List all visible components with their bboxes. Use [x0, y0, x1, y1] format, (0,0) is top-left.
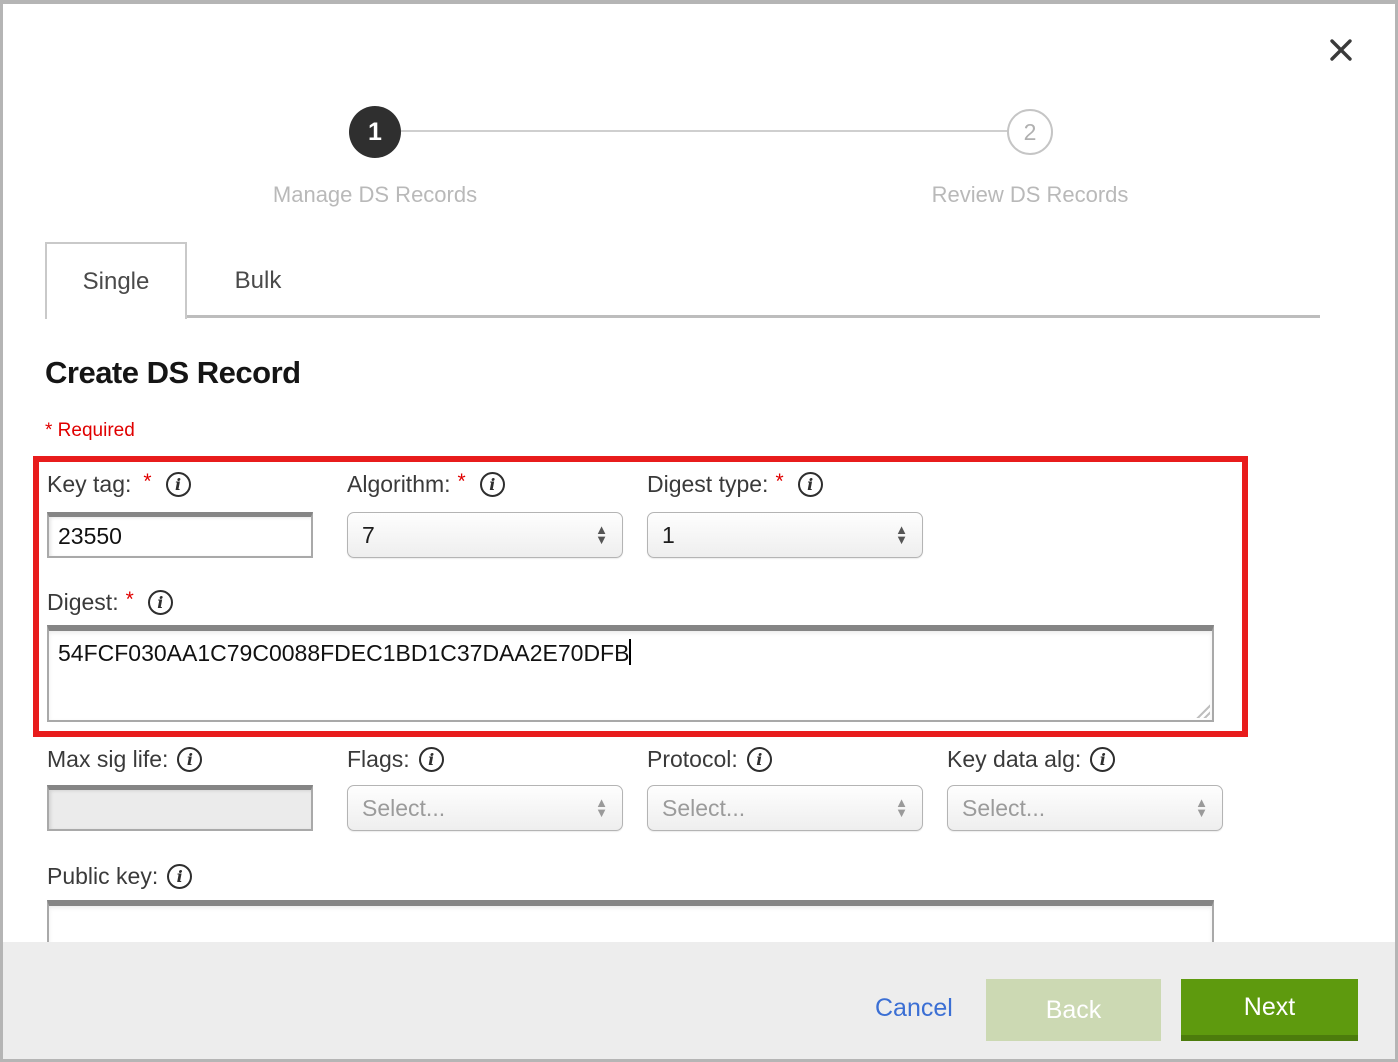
- max-sig-life-input[interactable]: [47, 785, 313, 831]
- digest-textarea[interactable]: 54FCF030AA1C79C0088FDEC1BD1C37DAA2E70DFB: [47, 625, 1214, 722]
- step-2-circle: 2: [1007, 109, 1053, 155]
- required-asterisk: *: [775, 470, 783, 494]
- protocol-label: Protocol: i: [647, 746, 772, 773]
- key-tag-label-text: Key tag:: [47, 471, 131, 498]
- info-icon[interactable]: i: [166, 472, 191, 497]
- info-icon[interactable]: i: [167, 864, 192, 889]
- info-icon[interactable]: i: [798, 472, 823, 497]
- select-arrows-icon: ▲▼: [595, 798, 608, 818]
- text-cursor: [629, 639, 631, 665]
- digest-value: 54FCF030AA1C79C0088FDEC1BD1C37DAA2E70DFB: [58, 640, 629, 666]
- step-1-circle: 1: [349, 106, 401, 158]
- key-tag-input[interactable]: 23550: [47, 512, 313, 558]
- digest-type-label-text: Digest type:: [647, 471, 768, 498]
- resize-handle[interactable]: [1194, 702, 1210, 718]
- info-icon[interactable]: i: [480, 472, 505, 497]
- digest-type-select-value: 1: [662, 522, 895, 549]
- page-title: Create DS Record: [45, 355, 301, 391]
- select-arrows-icon: ▲▼: [595, 525, 608, 545]
- protocol-label-text: Protocol:: [647, 746, 738, 773]
- info-icon[interactable]: i: [747, 747, 772, 772]
- create-ds-record-modal: 1 2 Manage DS Records Review DS Records …: [0, 0, 1398, 1062]
- key-data-alg-select-value: Select...: [962, 795, 1195, 822]
- info-icon[interactable]: i: [419, 747, 444, 772]
- select-arrows-icon: ▲▼: [1195, 798, 1208, 818]
- digest-type-select[interactable]: 1 ▲▼: [647, 512, 923, 558]
- digest-label-text: Digest:: [47, 589, 119, 616]
- close-button[interactable]: [1323, 32, 1359, 68]
- back-button[interactable]: Back: [986, 979, 1161, 1041]
- digest-type-label: Digest type: * i: [647, 471, 823, 498]
- step-1-label: Manage DS Records: [195, 182, 555, 208]
- algorithm-label-text: Algorithm:: [347, 471, 451, 498]
- required-asterisk: *: [126, 588, 134, 612]
- tab-bar-underline: [184, 315, 1320, 318]
- select-arrows-icon: ▲▼: [895, 525, 908, 545]
- next-button[interactable]: Next: [1181, 979, 1358, 1041]
- flags-select-value: Select...: [362, 795, 595, 822]
- required-asterisk: *: [143, 470, 151, 494]
- key-data-alg-label: Key data alg: i: [947, 746, 1115, 773]
- tab-bulk[interactable]: Bulk: [187, 242, 329, 319]
- close-icon: [1323, 32, 1359, 68]
- cancel-button[interactable]: Cancel: [875, 994, 953, 1023]
- required-asterisk: *: [458, 470, 466, 494]
- info-icon[interactable]: i: [1090, 747, 1115, 772]
- max-sig-life-label: Max sig life: i: [47, 746, 202, 773]
- algorithm-select-value: 7: [362, 522, 595, 549]
- protocol-select-value: Select...: [662, 795, 895, 822]
- tab-single[interactable]: Single: [45, 242, 187, 319]
- required-note: * Required: [45, 420, 135, 442]
- key-data-alg-select[interactable]: Select... ▲▼: [947, 785, 1223, 831]
- info-icon[interactable]: i: [148, 590, 173, 615]
- digest-label: Digest: * i: [47, 589, 173, 616]
- public-key-label-text: Public key:: [47, 863, 158, 890]
- select-arrows-icon: ▲▼: [895, 798, 908, 818]
- flags-select[interactable]: Select... ▲▼: [347, 785, 623, 831]
- flags-label-text: Flags:: [347, 746, 410, 773]
- public-key-label: Public key: i: [47, 863, 192, 890]
- protocol-select[interactable]: Select... ▲▼: [647, 785, 923, 831]
- stepper-connector-line: [400, 130, 1010, 132]
- key-tag-label: Key tag: * i: [47, 471, 191, 498]
- step-2-label: Review DS Records: [850, 182, 1210, 208]
- flags-label: Flags: i: [347, 746, 444, 773]
- key-data-alg-label-text: Key data alg:: [947, 746, 1081, 773]
- algorithm-label: Algorithm: * i: [347, 471, 505, 498]
- info-icon[interactable]: i: [177, 747, 202, 772]
- max-sig-life-label-text: Max sig life:: [47, 746, 168, 773]
- algorithm-select[interactable]: 7 ▲▼: [347, 512, 623, 558]
